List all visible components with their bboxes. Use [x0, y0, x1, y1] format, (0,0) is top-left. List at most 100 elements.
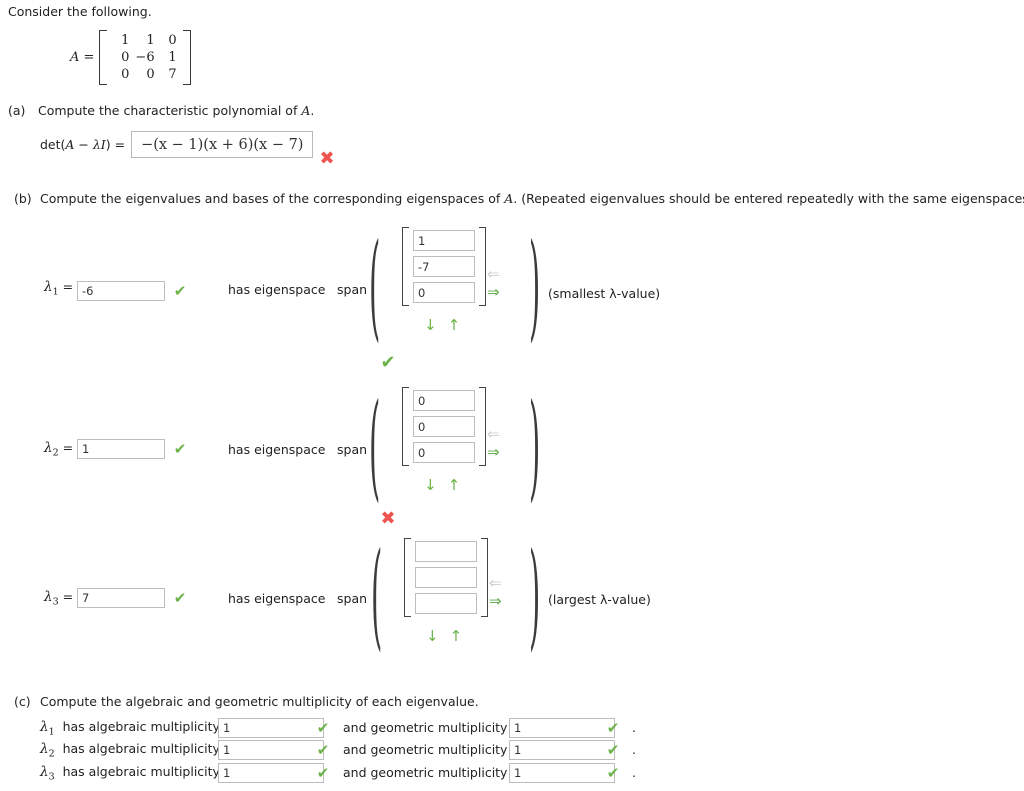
- eigenvector-1: [402, 227, 486, 306]
- add-column-arrow-right-icon[interactable]: ⇒: [487, 445, 500, 460]
- equals-sign: =: [62, 589, 74, 604]
- vector-left-bracket: [402, 387, 409, 466]
- multiplicity-row-2: λ2 has algebraic multiplicity: [40, 741, 220, 760]
- add-column-arrow-right-icon[interactable]: ⇒: [487, 285, 500, 300]
- remove-row-arrow-up-icon[interactable]: ↑: [448, 476, 461, 494]
- add-column-arrow-right-icon[interactable]: ⇒: [489, 594, 502, 609]
- span-label-3: span: [337, 591, 368, 606]
- eigen-block-2-lambda-label: λ2 =: [44, 440, 73, 459]
- algebraic-multiplicity-1-input[interactable]: [218, 718, 324, 738]
- vector-left-bracket: [402, 227, 409, 306]
- geometric-multiplicity-2-input[interactable]: [509, 740, 615, 760]
- geometric-multiplicity-3-correct-icon: ✔: [606, 764, 620, 782]
- matrix-cell: 1: [121, 33, 130, 48]
- eigenvector-2-component-1[interactable]: [413, 390, 475, 411]
- vector-left-bracket: [404, 538, 411, 617]
- eigenvalue-1-input[interactable]: [77, 281, 165, 301]
- eigen-block-1-lambda-label: λ1 =: [44, 279, 73, 298]
- matrix-a: A = 1 1 0 0 −6 1 0 0 7: [70, 30, 191, 85]
- eigenvector-2: [402, 387, 486, 466]
- eigenvector-2-component-2[interactable]: [413, 416, 475, 437]
- eigenvalue-3-correct-icon: ✔: [173, 589, 187, 607]
- eigenvector-3: [404, 538, 488, 617]
- geometric-multiplicity-label-2: and geometric multiplicity: [343, 742, 508, 757]
- part-b-marker: (b): [14, 191, 32, 206]
- matrix-right-bracket: [182, 30, 191, 85]
- eigenvector-3-component-3[interactable]: [415, 593, 477, 614]
- period-2: .: [632, 742, 636, 757]
- eigenvalue-3-input[interactable]: [77, 588, 165, 608]
- geometric-multiplicity-3-input[interactable]: [509, 763, 615, 783]
- eigenspace-2-row-controls: ↓ ↑: [424, 476, 460, 494]
- algebraic-multiplicity-2-input[interactable]: [218, 740, 324, 760]
- algebraic-multiplicity-label-2: has algebraic multiplicity: [62, 741, 220, 756]
- vector-cells: [409, 387, 479, 466]
- eigenspace-1-row-controls: ↓ ↑: [424, 316, 460, 334]
- eigenvector-2-component-3[interactable]: [413, 442, 475, 463]
- lambda-label-2: λ2: [40, 741, 55, 760]
- eigenspace-3-column-controls: ⇐ ⇒: [489, 576, 502, 609]
- algebraic-multiplicity-label-1: has algebraic multiplicity: [62, 719, 220, 734]
- eigenvector-1-component-1[interactable]: [413, 230, 475, 251]
- equals-sign: =: [62, 279, 74, 294]
- add-row-arrow-down-icon[interactable]: ↓: [424, 316, 437, 334]
- has-eigenspace-label-3: has eigenspace: [228, 591, 326, 606]
- eigenvector-3-component-2[interactable]: [415, 567, 477, 588]
- matrix-left-bracket: [99, 30, 108, 85]
- matrix-cell: 0: [168, 33, 177, 48]
- span-label-2: span: [337, 442, 368, 457]
- remove-column-arrow-left-icon[interactable]: ⇐: [489, 576, 502, 591]
- matrix-cell: 0: [121, 50, 130, 65]
- vector-cells: [409, 227, 479, 306]
- matrix-cell: 0: [146, 67, 155, 82]
- matrix-label: A =: [70, 50, 95, 65]
- eigenvalue-2-input[interactable]: [77, 439, 165, 459]
- has-eigenspace-label-2: has eigenspace: [228, 442, 326, 457]
- lambda-label-3: λ3: [40, 764, 55, 783]
- remove-row-arrow-up-icon[interactable]: ↑: [448, 316, 461, 334]
- remove-column-arrow-left-icon[interactable]: ⇐: [487, 427, 500, 442]
- period-3: .: [632, 765, 636, 780]
- lambda-symbol: λ: [44, 279, 53, 295]
- matrix-cell: −6: [135, 50, 155, 65]
- geometric-multiplicity-label-1: and geometric multiplicity: [343, 720, 508, 735]
- period-1: .: [632, 720, 636, 735]
- remove-column-arrow-left-icon[interactable]: ⇐: [487, 267, 500, 282]
- eigenspace-3-row-controls: ↓ ↑: [426, 627, 462, 645]
- matrix-grid: 1 1 0 0 −6 1 0 0 7: [107, 30, 182, 85]
- part-a-marker: (a): [8, 103, 26, 118]
- eigenvector-3-component-1[interactable]: [415, 541, 477, 562]
- vector-right-bracket: [479, 227, 486, 306]
- add-row-arrow-down-icon[interactable]: ↓: [424, 476, 437, 494]
- eigenvector-1-component-2[interactable]: [413, 256, 475, 277]
- eigen-block-3-lambda-label: λ3 =: [44, 589, 73, 608]
- intro-text: Consider the following.: [8, 4, 152, 19]
- lambda-subscript: 3: [52, 596, 59, 608]
- eigenvector-1-correct-icon: ✔: [380, 352, 396, 373]
- algebraic-multiplicity-3-correct-icon: ✔: [316, 764, 330, 782]
- algebraic-multiplicity-3-input[interactable]: [218, 763, 324, 783]
- part-a-incorrect-icon: ✖: [319, 148, 335, 169]
- eigenvector-1-component-3[interactable]: [413, 282, 475, 303]
- part-a-prompt: Compute the characteristic polynomial of…: [38, 103, 315, 118]
- add-row-arrow-down-icon[interactable]: ↓: [426, 627, 439, 645]
- algebraic-multiplicity-1-correct-icon: ✔: [316, 719, 330, 737]
- part-c-marker: (c): [14, 694, 31, 709]
- matrix-cell: 1: [168, 50, 177, 65]
- eigenvalue-1-correct-icon: ✔: [173, 282, 187, 300]
- characteristic-polynomial-input[interactable]: −(x − 1)(x + 6)(x − 7): [131, 131, 314, 158]
- geometric-multiplicity-1-input[interactable]: [509, 718, 615, 738]
- lambda-subscript: 2: [52, 447, 59, 459]
- det-label: det(A − λI) =: [40, 137, 126, 152]
- matrix-cell: 1: [146, 33, 155, 48]
- eigenvalue-1-note: (smallest λ-value): [548, 286, 661, 301]
- lambda-symbol: λ: [44, 589, 53, 605]
- vector-right-bracket: [479, 387, 486, 466]
- matrix-cell: 0: [121, 67, 130, 82]
- vector-right-bracket: [481, 538, 488, 617]
- remove-row-arrow-up-icon[interactable]: ↑: [450, 627, 463, 645]
- geometric-multiplicity-label-3: and geometric multiplicity: [343, 765, 508, 780]
- algebraic-multiplicity-2-correct-icon: ✔: [316, 741, 330, 759]
- algebraic-multiplicity-label-3: has algebraic multiplicity: [62, 764, 220, 779]
- eigenspace-2-column-controls: ⇐ ⇒: [487, 427, 500, 460]
